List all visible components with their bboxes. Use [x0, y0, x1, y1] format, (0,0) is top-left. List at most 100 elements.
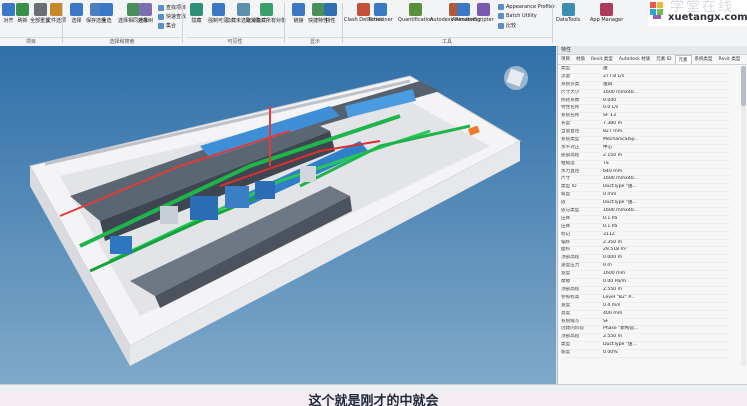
ribbon-button-13[interactable]: 链接 [292, 3, 305, 35]
property-row: 类型 DuctType "送... [561, 342, 731, 351]
property-value: 0.00 Pa/m [603, 279, 627, 285]
property-value: 0.0 L/s [603, 105, 619, 111]
ribbon-button-label: 选择 [71, 18, 82, 24]
property-value: SF 13 [603, 113, 616, 119]
property-name: 类型 [561, 342, 571, 348]
logo-blocks-icon [650, 2, 663, 19]
ribbon-button-1[interactable]: 刷新 [16, 3, 29, 35]
property-row: 特性名称 0.0 L/s [561, 105, 731, 114]
small-tool-icon [158, 13, 164, 20]
ribbon-button-label: 强制可见 [208, 18, 229, 24]
ribbon-button-23[interactable]: App Manager [590, 3, 623, 35]
ribbon-tool-icon [190, 3, 203, 16]
property-value: MechanicalSy... [603, 137, 639, 143]
property-name: 速度 [561, 302, 571, 308]
ribbon-small-item[interactable]: Batch Utility [498, 13, 537, 19]
property-row: 宽度 1600 mm [561, 271, 731, 280]
property-name: 底部高程 [561, 152, 580, 158]
ribbon-small-item[interactable]: 比较 [498, 22, 516, 29]
ribbon-button-18[interactable]: Quantification [398, 3, 433, 35]
ribbon-button-9[interactable]: 隐藏 [190, 3, 203, 35]
ribbon-tool-icon [70, 3, 83, 16]
property-row: 系统类型 MechanicalSy... [561, 137, 731, 145]
ribbon-button-20[interactable]: Animator [452, 3, 475, 35]
ribbon-button-label: Animator [452, 17, 475, 23]
panel-scrollbar[interactable] [741, 66, 746, 366]
ribbon-button-label: DataTools [556, 17, 581, 23]
property-value: 0.040 [603, 97, 617, 103]
property-row: 尺寸 1600 mmx40... [561, 176, 731, 185]
property-value: 1600 mmx40... [603, 208, 639, 214]
property-name: 偏移 [561, 239, 571, 245]
property-name: 粗糙度 [561, 160, 575, 166]
ribbon-button-8[interactable]: 选择树 [138, 3, 153, 35]
ribbon-button-label: 链接 [293, 18, 304, 24]
property-value: 2.350 m [603, 239, 623, 245]
property-name: 流量 [561, 73, 571, 79]
ribbon-button-3[interactable]: 文件选项 [46, 3, 66, 35]
panel-tab[interactable]: Revit 类型 [716, 55, 744, 64]
panel-tab[interactable]: Autodesk 材质 [616, 55, 653, 64]
property-name: 系统分类 [561, 81, 580, 87]
property-name: 顶部高程 [561, 255, 580, 261]
property-name: 尺寸 [561, 176, 571, 182]
model-render[interactable] [0, 46, 556, 384]
property-row: 坡度 0 mm [561, 192, 731, 201]
ribbon-button-4[interactable]: 选择 [70, 3, 83, 35]
property-value: 中心 [603, 144, 613, 150]
ribbon-tool-icon [2, 3, 15, 16]
ribbon-button-12[interactable]: 取消隐藏所有对象 [246, 3, 286, 35]
property-row: 当量直径 827 mm [561, 129, 731, 138]
panel-tab[interactable]: 项目 [558, 55, 573, 64]
property-name: 创建的阶段 [561, 326, 584, 332]
property-value: Level "B2" P... [603, 294, 635, 300]
ribbon-button-0[interactable]: 对齐 [2, 3, 15, 35]
ribbon-button-label: 隐藏 [191, 18, 202, 24]
ribbon-group-label: 选择和搜索 [62, 37, 182, 46]
property-value: 1600 mm [603, 271, 626, 277]
ribbon-button-label: Scripter [474, 17, 494, 23]
property-value: DuctType "送... [603, 184, 637, 190]
ribbon-small-item[interactable]: 集合 [158, 22, 176, 29]
small-tool-icon [498, 13, 504, 19]
property-value: 2.550 m [603, 334, 623, 340]
ribbon-button-15[interactable]: 特性 [324, 3, 337, 35]
property-name: 标记 [561, 231, 571, 237]
ribbon-small-item[interactable]: Appearance Profiler [498, 4, 555, 10]
ribbon-button-21[interactable]: Scripter [474, 3, 494, 35]
panel-tab[interactable]: 材质 [573, 55, 588, 64]
3d-viewport[interactable] [0, 46, 556, 384]
property-name: 当量直径 [561, 129, 580, 135]
property-name: 水力直径 [561, 168, 580, 174]
properties-panel: 特性 项目 材质 Revit 类型 Autodesk 材质 元素 ID 元素 系统类型 Rev… [557, 46, 747, 386]
panel-tab[interactable]: 元素 [674, 55, 692, 64]
panel-title: 特性 [558, 46, 747, 55]
property-value: 277.8 L/s [603, 73, 625, 79]
property-name: 顶部高程 [561, 286, 580, 292]
ribbon-tool-icon [600, 3, 614, 16]
scrollbar-thumb[interactable] [741, 66, 746, 106]
property-value: SF [603, 318, 609, 324]
ribbon-button-label: 全选 [101, 18, 112, 24]
property-row: 水平对正 中心 [561, 145, 731, 153]
property-value: 1600 mmx40... [603, 89, 639, 95]
ribbon-tool-icon [409, 3, 423, 16]
ribbon-group-label: 项目 [0, 37, 62, 46]
ribbon-button-label: 取消隐藏所有对象 [246, 18, 287, 24]
panel-tab[interactable]: 系统类型 [692, 55, 716, 64]
property-row: 顶部高程 2.550 m [561, 334, 731, 343]
ribbon-button-6[interactable]: 全选 [100, 3, 113, 35]
property-name: 类型 [561, 66, 571, 71]
ribbon-button-10[interactable]: 强制可见 [208, 3, 228, 35]
ribbon-tool-icon [259, 3, 273, 16]
ribbon-button-17[interactable]: TimeLiner [368, 3, 393, 35]
property-value: 29.518 m² [603, 247, 627, 253]
ribbon-tool-icon [100, 3, 113, 16]
ribbon-button-label: 刷新 [17, 18, 28, 24]
ribbon-small-label: Batch Utility [506, 13, 537, 19]
panel-tab[interactable]: 元素 ID [653, 55, 674, 64]
panel-tab[interactable]: Revit 类型 [588, 55, 616, 64]
ribbon-button-label: Quantification [398, 17, 434, 23]
ribbon-button-22[interactable]: DataTools [556, 3, 580, 35]
property-name: 宽度 [561, 271, 571, 277]
